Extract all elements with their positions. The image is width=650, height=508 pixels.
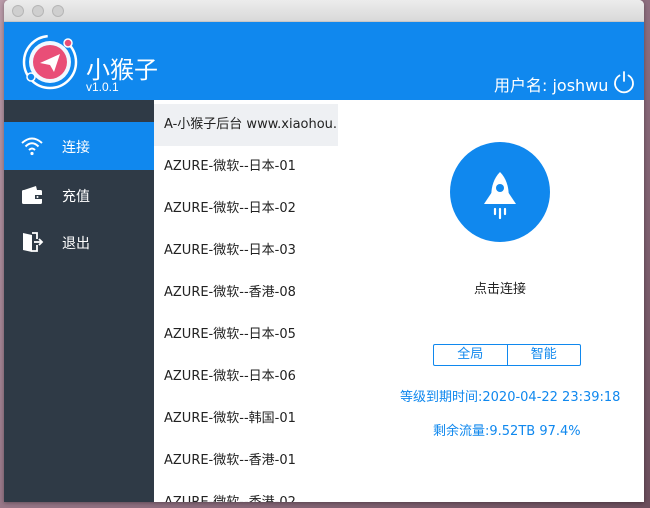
connect-rocket-button[interactable] [450, 142, 550, 242]
expiry-time-label: 等级到期时间:2020-04-22 23:39:18 [400, 390, 621, 405]
server-item[interactable]: AZURE-微软--日本-02 [154, 188, 338, 230]
close-window-button[interactable] [12, 5, 24, 17]
sidebar-item-label: 退出 [62, 236, 90, 252]
wifi-icon [21, 137, 43, 156]
sidebar-item-label: 充值 [62, 189, 90, 205]
mode-smart-button[interactable]: 智能 [506, 345, 581, 365]
server-item[interactable]: AZURE-微软--韩国-01 [154, 398, 338, 440]
exit-icon [23, 232, 44, 252]
server-item[interactable]: AZURE-微软--日本-05 [154, 314, 338, 356]
sidebar-item-logout[interactable]: 退出 [4, 218, 154, 266]
server-item[interactable]: AZURE-微软--香港-01 [154, 440, 338, 482]
sidebar-item-connect[interactable]: 连接 [4, 122, 154, 170]
server-item[interactable]: AZURE-微软--日本-03 [154, 230, 338, 272]
window-titlebar [4, 0, 644, 22]
traffic-remaining-label: 剩余流量:9.52TB 97.4% [433, 424, 581, 439]
server-item[interactable]: AZURE-微软--香港-08 [154, 272, 338, 314]
sidebar: 连接 充值 退出 [4, 100, 154, 502]
rocket-icon [484, 172, 516, 220]
connect-label: 点击连接 [473, 282, 526, 297]
sidebar-item-recharge[interactable]: 充值 [4, 171, 154, 219]
zoom-window-button[interactable] [52, 5, 64, 17]
proxy-mode-toggle: 全局 智能 [433, 344, 581, 366]
server-item[interactable]: AZURE-微软--香港-02 [154, 482, 338, 502]
server-item[interactable]: AZURE-微软--日本-06 [154, 356, 338, 398]
minimize-window-button[interactable] [32, 5, 44, 17]
username-label: 用户名: joshwu [494, 76, 609, 95]
app-header: 小猴子 v1.0.1 用户名: joshwu [4, 22, 644, 100]
mode-global-button[interactable]: 全局 [434, 345, 507, 365]
server-item[interactable]: AZURE-微软--日本-01 [154, 146, 338, 188]
power-icon[interactable] [612, 70, 636, 94]
wallet-icon [22, 186, 42, 204]
server-item[interactable]: A-小猴子后台 www.xiaohou. [154, 104, 338, 146]
app-window: 小猴子 v1.0.1 用户名: joshwu 连接 充值 退出 A-小猴子后台 … [4, 0, 644, 502]
server-list: A-小猴子后台 www.xiaohou. AZURE-微软--日本-01 AZU… [154, 100, 338, 502]
app-logo-icon [22, 34, 78, 90]
sidebar-item-label: 连接 [62, 140, 90, 156]
app-version: v1.0.1 [86, 80, 119, 94]
